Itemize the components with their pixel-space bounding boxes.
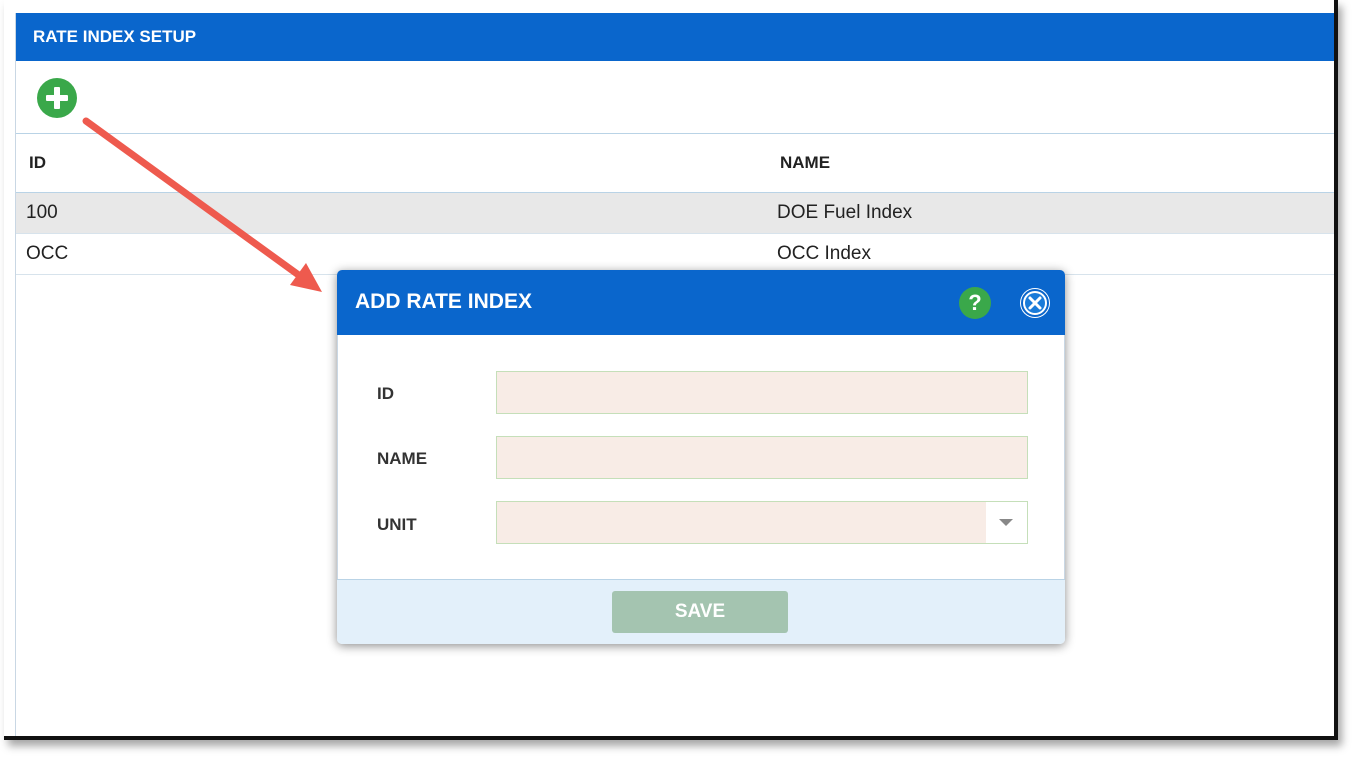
help-icon: ? <box>968 290 982 315</box>
plus-icon <box>46 87 68 109</box>
dialog-header: ADD RATE INDEX ? <box>337 270 1065 335</box>
toolbar <box>16 61 1334 134</box>
add-rate-index-button[interactable] <box>37 78 77 118</box>
dialog-footer: SAVE <box>337 579 1065 644</box>
dialog-body: ID NAME UNIT <box>337 335 1065 579</box>
unit-label: UNIT <box>377 515 417 534</box>
table-header: ID NAME <box>16 134 1334 193</box>
cell-id: 100 <box>26 202 58 223</box>
chevron-down-icon[interactable] <box>986 502 1027 543</box>
table-row[interactable]: OCC OCC Index <box>16 234 1334 275</box>
name-field[interactable] <box>496 436 1028 479</box>
column-header-id[interactable]: ID <box>29 153 46 173</box>
cell-name: OCC Index <box>777 243 871 264</box>
panel-header: RATE INDEX SETUP <box>16 13 1334 61</box>
cell-id: OCC <box>26 243 69 264</box>
panel-title: RATE INDEX SETUP <box>33 27 197 46</box>
help-button[interactable]: ? <box>959 287 991 319</box>
cell-name: DOE Fuel Index <box>777 202 913 223</box>
column-header-name[interactable]: NAME <box>780 153 830 173</box>
table-row[interactable]: 100 DOE Fuel Index <box>16 193 1334 234</box>
close-button[interactable] <box>1020 288 1050 318</box>
name-label: NAME <box>377 449 428 468</box>
close-icon <box>1021 289 1049 317</box>
id-field[interactable] <box>496 371 1028 414</box>
save-button[interactable]: SAVE <box>612 591 788 633</box>
id-label: ID <box>377 384 394 403</box>
unit-select[interactable] <box>496 501 1028 544</box>
add-rate-index-dialog: ADD RATE INDEX ? ID NAME UNIT SAVE <box>337 270 1065 644</box>
dialog-title: ADD RATE INDEX <box>355 290 532 313</box>
